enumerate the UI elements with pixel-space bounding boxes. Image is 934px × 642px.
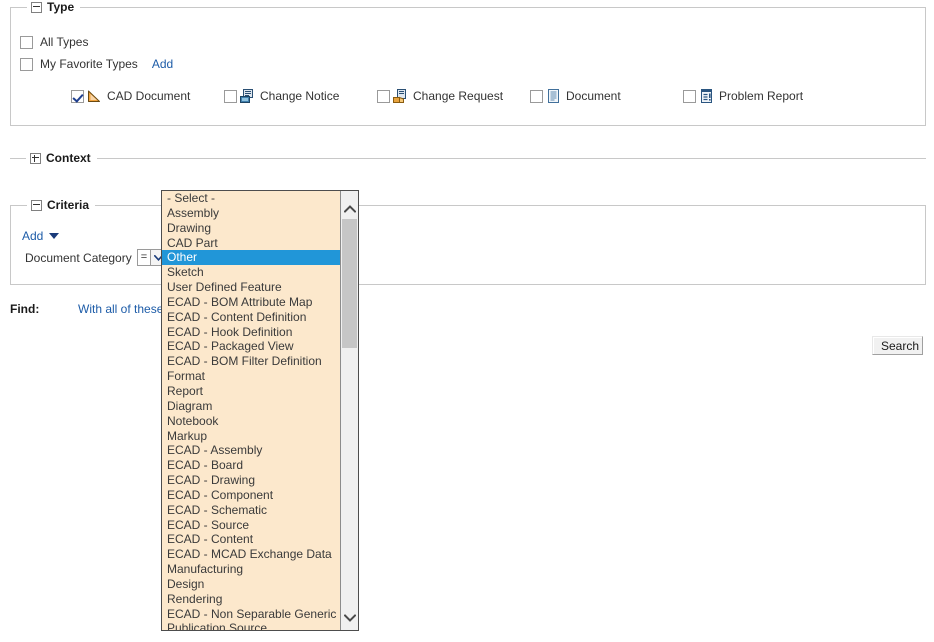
all-types-row[interactable]: All Types xyxy=(20,35,88,49)
change-notice-icon xyxy=(240,89,253,103)
criteria-add-row[interactable]: Add xyxy=(22,229,60,243)
favorites-add-link[interactable]: Add xyxy=(152,57,173,71)
type-section-legend[interactable]: Type xyxy=(27,0,81,14)
dropdown-option[interactable]: - Select - xyxy=(162,191,340,206)
collapse-toggle-icon[interactable] xyxy=(31,2,42,13)
my-favorite-types-checkbox[interactable] xyxy=(20,57,33,71)
dropdown-option[interactable]: ECAD - Packaged View xyxy=(162,339,340,354)
criteria-attribute-row: Document Category = xyxy=(25,249,168,266)
dropdown-option-list[interactable]: - Select - Assembly Drawing CAD Part Other Sk… xyxy=(162,191,340,630)
dropdown-option[interactable]: Markup xyxy=(162,429,340,444)
change-notice-checkbox[interactable] xyxy=(224,89,237,103)
dropdown-option[interactable]: ECAD - Drawing xyxy=(162,473,340,488)
dropdown-option[interactable]: ECAD - BOM Filter Definition xyxy=(162,354,340,369)
find-label: Find: xyxy=(10,302,40,316)
document-category-dropdown[interactable]: - Select - Assembly Drawing CAD Part Other Sk… xyxy=(161,190,359,631)
criteria-section-title: Criteria xyxy=(47,198,90,212)
chevron-up-icon[interactable] xyxy=(341,200,358,217)
dropdown-option[interactable]: Manufacturing xyxy=(162,562,340,577)
context-section-legend[interactable]: Context xyxy=(26,152,97,165)
criteria-section-legend[interactable]: Criteria xyxy=(27,198,96,212)
dropdown-option[interactable]: ECAD - Board xyxy=(162,458,340,473)
document-icon xyxy=(548,89,559,103)
dropdown-option[interactable]: ECAD - MCAD Exchange Data xyxy=(162,547,340,562)
change-request-label: Change Request xyxy=(413,89,504,103)
context-section-title: Context xyxy=(46,151,91,165)
criteria-section: Criteria xyxy=(10,199,926,285)
dropdown-option[interactable]: Report xyxy=(162,384,340,399)
search-button[interactable]: Search xyxy=(872,336,923,355)
add-dropdown-icon[interactable] xyxy=(48,232,60,240)
dropdown-option[interactable]: ECAD - Schematic xyxy=(162,503,340,518)
dropdown-option[interactable]: CAD Part xyxy=(162,236,340,251)
dropdown-option[interactable]: ECAD - Hook Definition xyxy=(162,325,340,340)
dropdown-option[interactable]: ECAD - Content Definition xyxy=(162,310,340,325)
dropdown-option[interactable]: Sketch xyxy=(162,265,340,280)
type-item-change-request[interactable]: Change Request xyxy=(377,88,503,104)
document-label: Document xyxy=(566,89,621,103)
expand-toggle-icon[interactable] xyxy=(30,153,41,164)
dropdown-option[interactable]: Rendering xyxy=(162,592,340,607)
type-item-document[interactable]: Document xyxy=(530,88,621,104)
dropdown-option[interactable]: ECAD - Assembly xyxy=(162,443,340,458)
dropdown-option[interactable]: Drawing xyxy=(162,221,340,236)
dropdown-option[interactable]: Design xyxy=(162,577,340,592)
dropdown-option[interactable]: ECAD - Non Separable Generic xyxy=(162,607,340,622)
all-types-label: All Types xyxy=(40,35,89,49)
type-section-title: Type xyxy=(47,0,75,14)
type-item-cad-document[interactable]: CAD Document xyxy=(71,88,190,104)
cad-document-checkbox[interactable] xyxy=(71,89,84,103)
cad-document-icon xyxy=(88,90,100,102)
my-favorite-types-label: My Favorite Types xyxy=(40,57,138,71)
context-section: Context xyxy=(10,152,926,165)
dropdown-scrollbar[interactable] xyxy=(340,191,358,630)
problem-report-label: Problem Report xyxy=(719,89,804,103)
dropdown-option[interactable]: Assembly xyxy=(162,206,340,221)
dropdown-option[interactable]: Diagram xyxy=(162,399,340,414)
dropdown-option[interactable]: User Defined Feature xyxy=(162,280,340,295)
dropdown-option[interactable]: ECAD - Content xyxy=(162,532,340,547)
change-request-icon xyxy=(393,89,406,103)
dropdown-option[interactable]: Format xyxy=(162,369,340,384)
all-types-checkbox[interactable] xyxy=(20,35,33,49)
problem-report-checkbox[interactable] xyxy=(683,89,696,103)
document-checkbox[interactable] xyxy=(530,89,543,103)
dropdown-option[interactable]: ECAD - Component xyxy=(162,488,340,503)
type-item-change-notice[interactable]: Change Notice xyxy=(224,88,339,104)
dropdown-option[interactable]: ECAD - BOM Attribute Map xyxy=(162,295,340,310)
cad-document-label: CAD Document xyxy=(107,89,191,103)
criteria-attribute-label: Document Category xyxy=(25,250,132,265)
type-item-problem-report[interactable]: Problem Report xyxy=(683,88,803,104)
change-notice-label: Change Notice xyxy=(260,89,340,103)
change-request-checkbox[interactable] xyxy=(377,89,390,103)
scrollbar-thumb[interactable] xyxy=(342,219,357,348)
dropdown-option[interactable]: Notebook xyxy=(162,414,340,429)
my-favorite-types-row[interactable]: My Favorite Types Add xyxy=(20,57,173,71)
collapse-toggle-icon-criteria[interactable] xyxy=(31,200,42,211)
criteria-add-link[interactable]: Add xyxy=(22,229,43,243)
criteria-operator-value: = xyxy=(140,251,148,263)
dropdown-option[interactable]: Other xyxy=(162,250,340,266)
dropdown-option[interactable]: Publication Source xyxy=(162,621,340,630)
chevron-down-icon-scroll[interactable] xyxy=(341,609,358,626)
find-criteria-text[interactable]: With all of these c xyxy=(78,302,162,316)
problem-report-icon xyxy=(701,89,712,103)
dropdown-option[interactable]: ECAD - Source xyxy=(162,518,340,533)
